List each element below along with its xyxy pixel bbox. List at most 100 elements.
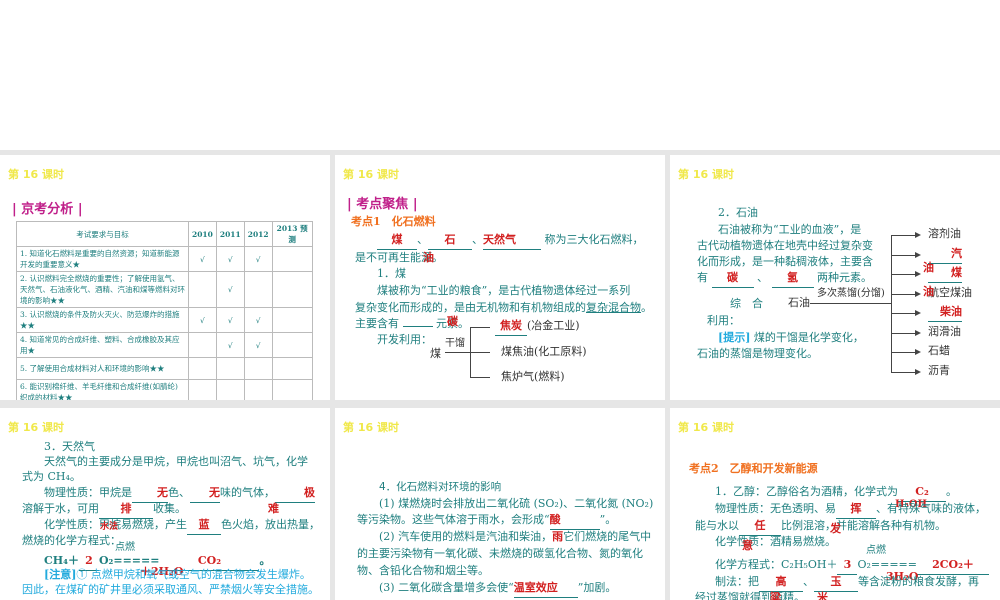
text: 比例混溶，并能溶解各种有机物。 — [781, 519, 946, 532]
distillation-output: 石蜡 — [928, 344, 950, 357]
text: 开发利用： — [377, 333, 432, 346]
col-header: 2011 — [215, 221, 245, 247]
text: 两种元素。 — [817, 271, 872, 284]
col-header: 2013 预测 — [271, 221, 313, 247]
table-row: 6. 能识别棉纤维、羊毛纤维和合成纤维(如腈纶)织成的材料★★ — [16, 379, 313, 400]
table-row: 2. 认识燃料完全燃烧的重要性；了解使用氢气、天然气、石油液化气、酒精、汽油和煤… — [16, 271, 313, 308]
diagram-output: 焦炉气(燃料) — [501, 370, 565, 383]
check-cell — [271, 357, 313, 380]
diagram-label: 煤 — [430, 347, 441, 360]
requirement-cell: 1. 知道化石燃料是重要的自然资源；知道新能源开发的重要意义★ — [16, 246, 189, 272]
text: 1．乙醇：乙醇俗名为酒精，化学式为 — [715, 485, 898, 498]
requirement-cell: 4. 知道常见的合成纤维、塑料、合成橡胶及其应用★ — [16, 332, 189, 358]
distillation-output: 柴油 — [928, 303, 962, 322]
slide-thumbnail-3[interactable]: 第 16 课时 2．石油 石油被称为“工业的血液”，是 古代动植物遗体在地壳中经… — [670, 155, 1000, 400]
text: 利用： — [707, 314, 740, 327]
check-cell — [215, 379, 245, 400]
table-row: 5. 了解使用合成材料对人和环境的影响★★ — [16, 357, 313, 380]
answer-blank: 温室效应 — [513, 579, 578, 598]
check-cell: √ — [215, 246, 245, 272]
text: 物理性质：甲烷是 — [44, 486, 132, 499]
text: (冶金工业) — [527, 319, 580, 332]
text: (3) 二氧化碳含量增多会使“ — [379, 581, 514, 594]
text: 收集。 — [153, 502, 186, 515]
slide-thumbnail-4[interactable]: 第 16 课时 3．天然气 天然气的主要成分是甲烷，甲烷也叫沼气、坑气，化学 式… — [0, 408, 330, 600]
answer: 碳 — [447, 315, 458, 328]
note-line: [注意]① 点燃甲烷和氧气或空气的混合物会发生爆炸。 — [44, 567, 311, 583]
arrow-head-icon — [915, 349, 921, 355]
check-cell: √ — [188, 246, 217, 272]
text: 有 — [697, 271, 708, 284]
answer-overflow: 粱 — [770, 591, 781, 600]
answer-blank: 无 — [190, 484, 220, 503]
table-row: 4. 知道常见的合成纤维、塑料、合成橡胶及其应用★ √ √ — [16, 332, 313, 358]
section-label: 京考分析 — [21, 202, 74, 217]
check-cell — [271, 379, 313, 400]
reaction-condition: 点燃 — [115, 542, 135, 553]
text: ”。 — [599, 513, 617, 526]
text-line: 经过蒸馏就得到酒精。 — [695, 591, 805, 600]
arrow-line — [470, 327, 490, 328]
check-cell — [215, 357, 245, 380]
slide-thumbnail-2[interactable]: 第 16 课时 | 考点聚焦 | 考点1 化石燃料 煤、石、天然气 称为三大化石… — [335, 155, 665, 400]
check-cell — [188, 332, 217, 358]
answer-blank: 天然气 — [483, 231, 541, 250]
text: 物理性质：无色透明、易 — [715, 502, 836, 515]
answer-blank: 煤 — [377, 231, 417, 250]
diagram-output: 焦炭 (冶金工业) — [495, 317, 580, 336]
diagram-label: 多次蒸馏(分馏) — [817, 288, 885, 299]
text: 制法：把 — [715, 575, 759, 588]
answer-overflow: 油 — [923, 261, 934, 274]
text-line: 煤被称为“工业的粮食”，是古代植物遗体经过一系列 — [377, 284, 631, 297]
text: (2) 汽车使用的燃料是汽油和柴油， — [379, 530, 553, 543]
text: 等污染物。这些气体溶于雨水，会形成“ — [357, 513, 550, 526]
slide-header: 第 16 课时 — [678, 168, 734, 181]
table-row: 3. 认识燃烧的条件及防火灭火、防范爆炸的措施★★ √ √ √ — [16, 307, 313, 333]
distillation-output: 沥青 — [928, 363, 950, 377]
requirement-cell: 3. 认识燃烧的条件及防火灭火、防范爆炸的措施★★ — [16, 307, 189, 333]
text: 化学方程式：C₂H₅OH＋ — [715, 558, 838, 571]
answer-blank: 极 — [275, 484, 315, 503]
distillation-output: 润滑油 — [928, 324, 961, 338]
diagram-label: 石油 — [788, 296, 810, 309]
slide-header: 第 16 课时 — [8, 168, 64, 181]
text: 复杂变化而形成的，是由无机物和有机物组成的 — [355, 301, 586, 314]
text: 主要含有 — [355, 317, 399, 330]
text: ”加剧。 — [577, 581, 617, 594]
slide-thumbnail-5[interactable]: 第 16 课时 4．化石燃料对环境的影响 (1) 煤燃烧时会排放出二氧化硫 (S… — [335, 408, 665, 600]
requirement-cell: 5. 了解使用合成材料对人和环境的影响★★ — [16, 357, 189, 380]
check-cell: √ — [243, 332, 273, 358]
requirement-cell: 2. 认识燃料完全燃烧的重要性；了解使用氢气、天然气、石油液化气、酒精、汽油和煤… — [16, 271, 189, 308]
arrow-line — [470, 377, 490, 378]
subheading: 1．煤 — [377, 267, 406, 280]
check-cell: √ — [215, 307, 245, 333]
text: 。 — [946, 485, 957, 498]
arrow-line — [470, 327, 471, 378]
check-cell: √ — [215, 271, 245, 308]
text: 能与水以 — [695, 519, 739, 532]
text: 、有特殊气味的液体， — [876, 502, 986, 515]
section-title: | 京考分析 | — [12, 202, 83, 217]
check-cell — [243, 271, 273, 308]
distillation-output: 溶剂油 — [928, 227, 961, 240]
slide-header: 第 16 课时 — [343, 421, 399, 434]
text: 称为三大化石燃料， — [544, 233, 644, 246]
text: 复杂混合物 — [586, 301, 641, 314]
text: 等含淀粉的粮食发酵，再 — [858, 575, 979, 588]
check-cell — [243, 379, 273, 400]
arrow-head-icon — [915, 329, 921, 336]
slide-header: 第 16 课时 — [678, 421, 734, 434]
answer-blank: 焦炭 — [495, 317, 527, 336]
subheading: 4．化石燃料对环境的影响 — [379, 481, 502, 493]
text: CH₄＋ — [44, 554, 79, 567]
text: 溶解于水，可用 — [22, 502, 99, 515]
text: 色、 — [168, 486, 190, 499]
text: 综 合 — [730, 297, 763, 310]
section-title: | 考点聚焦 | — [347, 197, 418, 212]
exam-table: 考试要求与目标 2010 2011 2012 2013 预测 1. 知道化石燃料是重要的… — [16, 221, 313, 400]
text-line: 燃烧的化学方程式： — [22, 534, 121, 547]
text-line: 石油的蒸馏是物理变化。 — [697, 347, 818, 360]
text-line: 化学性质：酒精易燃烧。 — [715, 535, 836, 548]
slide-thumbnail-1[interactable]: 第 16 课时 | 京考分析 | 考试要求与目标 2010 2011 2012 2013… — [0, 155, 330, 400]
slide-thumbnail-6[interactable]: 第 16 课时 考点2 乙醇和开发新能源 1．乙醇：乙醇俗名为酒精，化学式为 C₂… — [670, 408, 1000, 600]
